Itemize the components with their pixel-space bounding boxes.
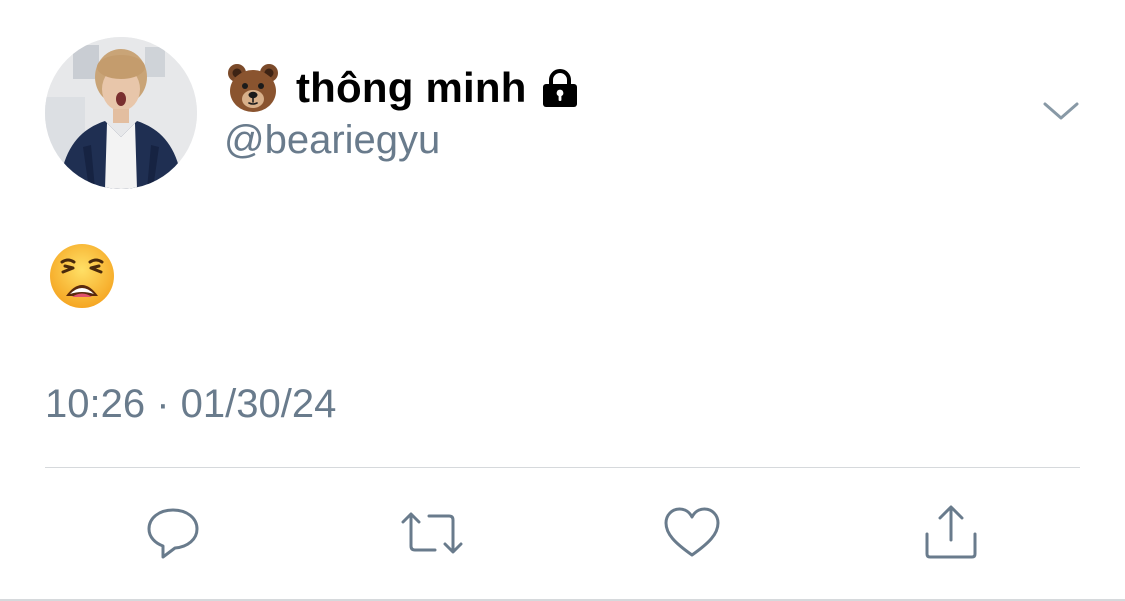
- share-button[interactable]: [920, 502, 982, 564]
- divider: [45, 467, 1080, 468]
- weary-face-emoji-icon: [48, 242, 116, 310]
- share-icon: [925, 505, 977, 559]
- chevron-down-icon[interactable]: [1041, 98, 1081, 126]
- retweet-icon: [401, 512, 463, 554]
- like-button[interactable]: [661, 502, 723, 564]
- speech-bubble-icon: [147, 508, 199, 559]
- user-name-row: thông minh: [226, 60, 581, 116]
- avatar-photo: [45, 37, 197, 189]
- avatar[interactable]: [45, 37, 197, 189]
- bear-face-emoji-icon: [226, 61, 280, 115]
- reply-button[interactable]: [142, 502, 204, 564]
- display-name[interactable]: thông minh: [296, 64, 527, 112]
- retweet-button[interactable]: [401, 502, 463, 564]
- tweet-timestamp[interactable]: 10:26 · 01/30/24: [45, 382, 336, 427]
- lock-icon: [539, 67, 581, 109]
- heart-icon: [664, 507, 720, 557]
- user-handle[interactable]: @beariegyu: [224, 118, 440, 163]
